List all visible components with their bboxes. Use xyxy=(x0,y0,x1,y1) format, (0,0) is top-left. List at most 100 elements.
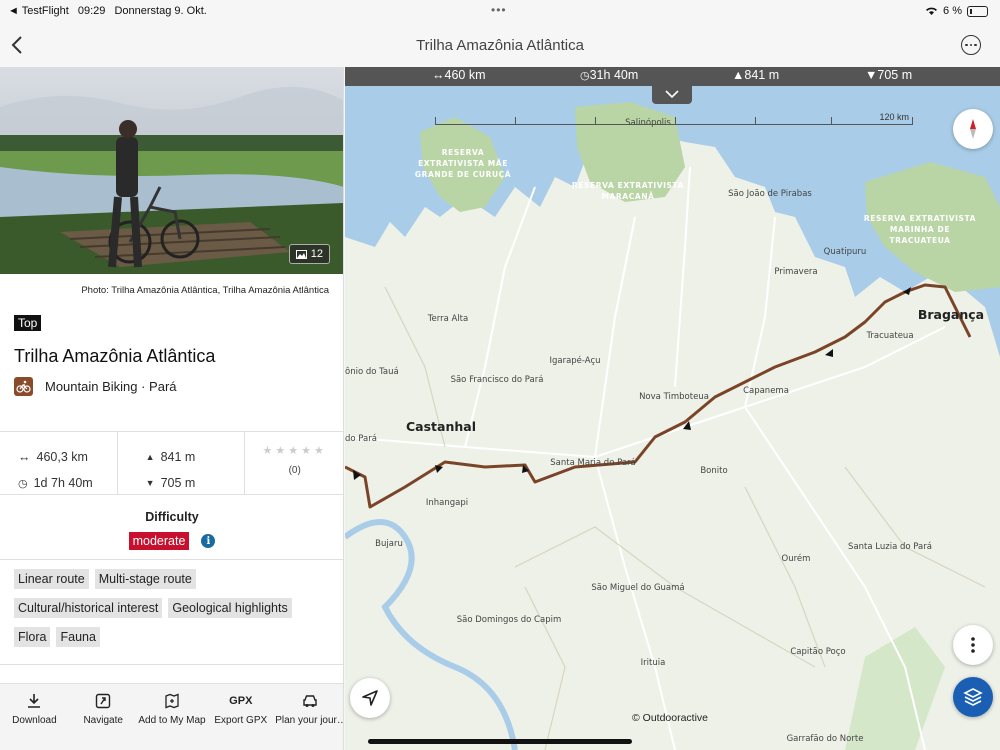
difficulty-badge: moderate xyxy=(128,532,190,550)
place-label: Garrafão do Norte xyxy=(787,734,864,744)
place-label: Capitão Poço xyxy=(790,647,845,657)
info-icon[interactable]: i xyxy=(201,534,216,548)
download-icon xyxy=(28,694,41,708)
place-label: São Francisco do Pará xyxy=(451,375,544,385)
place-label: São Domingos do Capim xyxy=(457,615,562,625)
route-title: Trilha Amazônia Atlântica xyxy=(14,346,216,366)
place-label: Terra Alta xyxy=(427,314,468,324)
reserve-label: MARINHA DE xyxy=(890,225,950,234)
map-stat-descent: ▼705 m xyxy=(865,68,913,82)
map-stat-duration: 31h 40m xyxy=(589,68,639,82)
reserve-label: RESERVA EXTRATIVISTA xyxy=(572,181,684,190)
map-add-icon xyxy=(165,693,179,709)
place-label: Irituia xyxy=(641,658,666,668)
map-more-button[interactable] xyxy=(953,625,993,665)
add-to-my-map-button[interactable]: Add to My Map xyxy=(138,684,207,750)
tag: Linear route xyxy=(14,569,89,589)
plan-your-journey-button[interactable]: Plan your jour… xyxy=(275,684,344,750)
route-photo[interactable]: 12 xyxy=(0,67,343,274)
place-label: do Pará xyxy=(345,434,377,444)
photo-count-badge[interactable]: 12 xyxy=(288,244,330,264)
place-label: Inhangapi xyxy=(426,498,468,508)
stat-ascent: 841 m xyxy=(160,450,196,464)
multitask-dots-icon[interactable]: ••• xyxy=(491,3,507,17)
ascent-icon: ▲ xyxy=(145,452,155,462)
place-label: Primavera xyxy=(774,267,817,277)
navigation-bar: Trilha Amazônia Atlântica xyxy=(0,24,1000,67)
plan-your-journey-label: Plan your jour… xyxy=(275,715,344,726)
mountain-bike-icon xyxy=(14,377,33,396)
place-label: ônio do Tauá xyxy=(345,366,399,377)
map-stat-ascent: ▲841 m xyxy=(732,68,780,82)
reserve-label: GRANDE DE CURUÇÁ xyxy=(415,170,511,179)
status-date: Donnerstag 9. Okt. xyxy=(114,5,207,17)
reserve-label: MARACANÃ xyxy=(601,192,654,201)
route-tags: Linear route Multi-stage route Cultural/… xyxy=(14,569,334,647)
tag: Multi-stage route xyxy=(94,569,196,589)
reserve-label: RESERVA EXTRATIVISTA xyxy=(864,214,976,223)
status-time: 09:29 xyxy=(77,5,106,17)
difficulty-label: Difficulty xyxy=(145,510,199,524)
status-left: ◄ TestFlight 09:29 Donnerstag 9. Okt. xyxy=(8,5,213,17)
distance-icon: ↔ xyxy=(18,450,31,464)
route-stats: ↔ 460,3 km ◷ 1d 7h 40m ▲ 841 m ▼ 705 m ★★★★★… xyxy=(0,431,343,495)
status-right: 6 % xyxy=(925,5,988,17)
image-icon xyxy=(295,249,307,259)
stat-descent: 705 m xyxy=(160,476,196,490)
route-detail-panel: 12 Photo: Trilha Amazônia Atlântica, Tri… xyxy=(0,67,344,750)
activity-label: Mountain Biking · Pará xyxy=(45,379,177,394)
scale-label: 120 km xyxy=(879,112,909,122)
export-gpx-button[interactable]: GPX Export GPX xyxy=(206,684,275,750)
top-badge: Top xyxy=(14,315,42,331)
collapse-stats-button[interactable] xyxy=(652,84,692,104)
action-toolbar: Download Navigate Add to My Map GPX Expo… xyxy=(0,683,344,750)
more-vertical-icon xyxy=(971,637,975,653)
place-label: Tracuateua xyxy=(865,331,913,341)
divider xyxy=(0,559,343,560)
place-label: Quatipuru xyxy=(824,247,867,257)
compass-icon xyxy=(970,119,976,139)
stat-distance: 460,3 km xyxy=(36,450,88,464)
rating-count: (0) xyxy=(288,465,301,476)
place-label: Santa Maria do Pará xyxy=(550,458,636,468)
reserve-label: TRACUATEUA xyxy=(889,236,950,245)
place-label-major: Castanhal xyxy=(406,419,476,434)
download-button[interactable]: Download xyxy=(0,684,69,750)
photo-count: 12 xyxy=(310,248,323,260)
cyclist-photo-image xyxy=(0,67,343,274)
place-label: Igarapé-Açu xyxy=(549,355,600,366)
place-label: Bonito xyxy=(700,466,727,476)
divider xyxy=(0,664,343,665)
navigate-label: Navigate xyxy=(83,715,123,726)
place-label: São João de Pirabas xyxy=(728,189,812,199)
map-stat-duration-wrap: ◷31h 40m xyxy=(580,68,638,82)
descent-icon: ▼ xyxy=(145,478,155,488)
back-to-app-link[interactable]: ◄ TestFlight xyxy=(8,5,69,17)
map-layers-button[interactable] xyxy=(953,677,993,717)
rating-stars[interactable]: ★★★★★ xyxy=(245,444,343,457)
car-icon xyxy=(302,695,317,707)
home-indicator[interactable] xyxy=(368,739,632,744)
chevron-down-icon xyxy=(665,90,679,98)
place-label-major: Bragança xyxy=(918,307,984,322)
more-options-button[interactable] xyxy=(961,35,981,55)
compass-button[interactable] xyxy=(953,109,993,149)
route-map[interactable]: RESERVA EXTRATIVISTA MÃE GRANDE DE CURUÇ… xyxy=(345,67,1000,750)
battery-icon xyxy=(967,5,988,17)
navigate-button[interactable]: Navigate xyxy=(69,684,138,750)
reserve-label: EXTRATIVISTA MÃE xyxy=(418,159,508,168)
stats-rating[interactable]: ★★★★★ (0) xyxy=(245,432,343,494)
place-label: Nova Timboteua xyxy=(639,392,709,402)
page-title: Trilha Amazônia Atlântica xyxy=(416,37,584,54)
photo-credit: Photo: Trilha Amazônia Atlântica, Trilha… xyxy=(81,285,329,296)
stats-elevation: ▲ 841 m ▼ 705 m xyxy=(118,432,246,494)
map-copyright: © Outdooractive xyxy=(632,712,709,724)
map-canvas[interactable]: RESERVA EXTRATIVISTA MÃE GRANDE DE CURUÇ… xyxy=(345,67,1000,750)
navigate-icon xyxy=(95,693,111,709)
place-label: Ourém xyxy=(782,553,811,564)
battery-percent: 6 % xyxy=(943,5,962,17)
clock-icon: ◷ xyxy=(18,477,28,490)
my-location-button[interactable] xyxy=(350,678,390,718)
location-arrow-icon xyxy=(362,690,378,706)
tag: Flora xyxy=(14,627,51,647)
